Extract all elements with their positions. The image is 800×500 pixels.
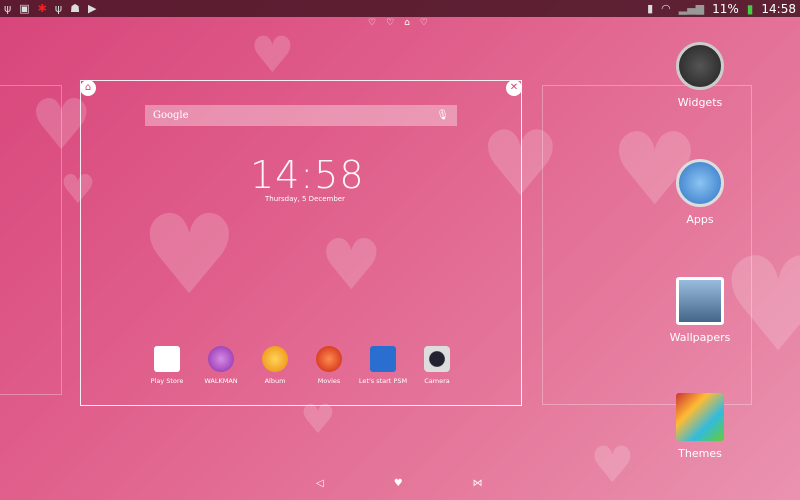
menu-themes[interactable]: Themes [660,393,740,460]
page-dot-icon[interactable]: ♡ [420,18,428,28]
app-walkman[interactable]: WALKMAN [194,346,248,385]
android-icon: ☗ [70,2,81,15]
google-search-bar[interactable]: Google 🎙︎ [145,105,457,126]
remove-page-icon[interactable]: ✕ [506,80,522,96]
left-page-preview[interactable] [0,85,62,395]
nav-bar: ◁ ♥ ⋈ [316,478,483,489]
page-indicator: ♡ ♡ ⌂ ♡ [368,18,428,28]
app-album[interactable]: Album [248,346,302,385]
app-dock: Play Store WALKMAN Album Movies Let's st… [140,346,464,385]
status-bar: ψ ▣ ✱ ψ ☗ ▶ ▮ ◠ ▂▄▆ 11% ▮ 14:58 [0,0,800,17]
menu-widgets[interactable]: Widgets [660,42,740,109]
album-icon [262,346,288,372]
usb-debug-icon: ψ [54,2,63,15]
sim-icon: ▮ [647,2,654,15]
camera-icon [424,346,450,372]
app-psm[interactable]: Let's start PSM [356,346,410,385]
back-icon[interactable]: ◁ [316,478,324,489]
signal-icon: ▂▄▆ [678,2,705,15]
home-icon[interactable]: ♥ [394,478,403,489]
status-time: 14:58 [761,1,796,16]
themes-icon [676,393,724,441]
menu-wallpapers[interactable]: Wallpapers [660,277,740,344]
widgets-icon [676,42,724,90]
menu-apps[interactable]: Apps [660,159,740,226]
app-label: Movies [317,377,341,385]
store-icon: ▶ [88,2,97,15]
screenshot-icon: ▣ [19,2,30,15]
app-camera[interactable]: Camera [410,346,464,385]
app-movies[interactable]: Movies [302,346,356,385]
movies-icon [316,346,342,372]
app-label: Let's start PSM [358,377,408,385]
set-home-icon[interactable]: ⌂ [80,80,96,96]
menu-label: Wallpapers [669,331,731,344]
google-label: Google [153,110,189,121]
menu-label: Widgets [677,96,723,109]
home-page-icon[interactable]: ⌂ [404,18,410,28]
android-alert-icon: ✱ [37,2,47,15]
battery-icon: ▮ [746,1,754,16]
apps-icon [676,159,724,207]
walkman-icon [208,346,234,372]
clock-widget[interactable]: 14:58 Thursday, 5 December [250,153,365,203]
battery-percent: 11% [712,1,739,16]
clock-time: 14:58 [250,153,365,197]
play-store-icon [154,346,180,372]
page-dot-icon[interactable]: ♡ [368,18,376,28]
app-label: WALKMAN [204,377,238,385]
wifi-icon: ◠ [661,2,671,15]
wallpapers-icon [676,277,724,325]
page-dot-icon[interactable]: ♡ [386,18,394,28]
right-page-preview[interactable] [542,85,752,405]
app-play-store[interactable]: Play Store [140,346,194,385]
app-label: Play Store [150,377,184,385]
menu-label: Apps [686,213,714,226]
usb-icon: ψ [4,2,12,15]
app-label: Album [264,377,286,385]
menu-label: Themes [678,447,722,460]
mic-icon[interactable]: 🎙︎ [436,110,449,121]
psm-icon [370,346,396,372]
recent-apps-icon[interactable]: ⋈ [473,478,483,489]
app-label: Camera [424,377,450,385]
